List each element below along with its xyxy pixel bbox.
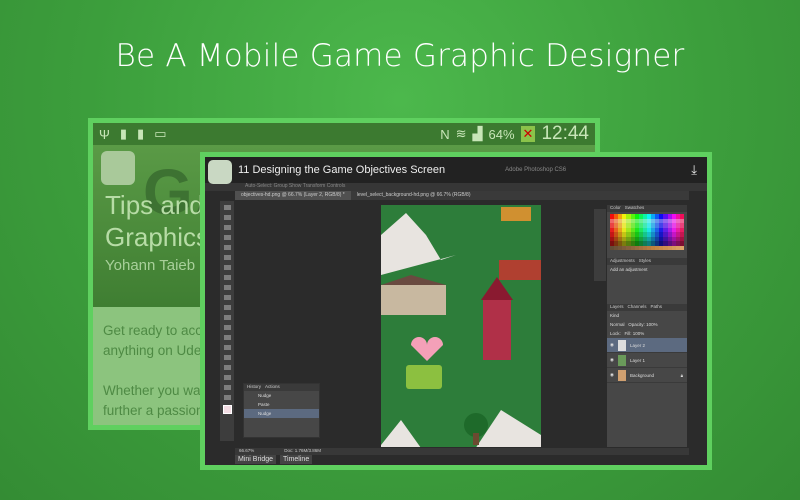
tools-panel <box>220 201 234 441</box>
history-item[interactable]: Nudge <box>244 409 319 418</box>
game-artwork-canvas <box>381 205 541 447</box>
battery-percent: 64% <box>488 126 515 142</box>
tab-channels[interactable]: Channels <box>628 304 647 311</box>
doc-tab[interactable]: objectives-hd.png @ 66.7% (Layer 2, RGB/… <box>235 191 351 200</box>
android-status-bar: Ψ ▮ ▮ ▭ N ≋ ▟ 64% ✕ 12:44 <box>93 123 595 145</box>
course-title: Tips and Graphics <box>105 190 210 252</box>
history-item[interactable]: Paste <box>244 400 319 409</box>
tab-actions[interactable]: Actions <box>265 384 280 391</box>
layer-row[interactable]: ◉ Layer 2 <box>607 338 687 353</box>
cart <box>501 207 531 221</box>
mansion <box>381 285 446 315</box>
layer-name: Background <box>629 372 654 378</box>
status-bar: 66.67% Doc: 1.76M/3.86M <box>235 448 689 455</box>
history-tabs: History Actions <box>244 384 319 391</box>
swatch-grid[interactable] <box>610 214 684 250</box>
layer-name: Layer 2 <box>629 342 645 348</box>
image-icon: ▭ <box>154 126 167 141</box>
layer-name: Layer 1 <box>629 357 645 363</box>
tab-mini-bridge[interactable]: Mini Bridge <box>235 455 277 464</box>
color-panel-tabs: Color Swatches <box>607 205 687 212</box>
options-bar: Auto-Select: Group Show Transform Contro… <box>205 183 707 191</box>
clock: 12:44 <box>541 123 589 144</box>
nfc-icon: N <box>440 126 450 142</box>
layer-row[interactable]: ◉ Background 🔒︎ <box>607 368 687 383</box>
udemy-app-logo <box>208 160 232 184</box>
layer-row[interactable]: ◉ Layer 1 <box>607 353 687 368</box>
eye-icon[interactable]: ◉ <box>610 342 614 348</box>
headline: Be A Mobile Game Graphic Designer <box>115 38 685 74</box>
bottom-tabs: Mini Bridge Timeline <box>235 455 313 464</box>
blend-mode-select[interactable]: Normal <box>610 322 625 327</box>
tab-history[interactable]: History <box>247 384 261 391</box>
opacity-input[interactable]: 100% <box>646 322 658 327</box>
kind-select[interactable]: Kind <box>610 313 619 318</box>
signal-icon: ▟ <box>472 126 483 141</box>
tab-timeline[interactable]: Timeline <box>280 455 313 464</box>
tower <box>483 300 511 360</box>
tab-adjustments[interactable]: Adjustments <box>610 258 635 265</box>
right-panels: Color Swatches Adjustments Styles Add an… <box>607 205 687 447</box>
history-item[interactable]: Nudge <box>244 391 319 400</box>
eye-icon[interactable]: ◉ <box>610 372 614 378</box>
blend-row: Normal Opacity: 100% <box>607 320 687 329</box>
swatch[interactable] <box>679 245 684 250</box>
doc-size: Doc: 1.76M/3.86M <box>284 448 322 453</box>
history-panel: History Actions Nudge Paste Nudge <box>243 383 320 438</box>
app-name: Adobe Photoshop CS6 <box>505 167 567 173</box>
panel-dock <box>594 209 606 281</box>
character <box>406 365 442 389</box>
eye-icon[interactable]: ◉ <box>610 357 614 363</box>
house <box>499 260 541 280</box>
tab-paths[interactable]: Paths <box>651 304 663 311</box>
player-header: 11 Designing the Game Objectives Screen … <box>205 157 707 183</box>
lock-label: Lock: <box>610 331 621 336</box>
doc-tab[interactable]: level_select_background-hd.png @ 66.7% (… <box>351 191 477 200</box>
wifi-icon: ≋ <box>455 126 467 141</box>
lesson-title: 11 Designing the Game Objectives Screen <box>238 164 446 176</box>
color-swatch-icon[interactable] <box>222 405 232 414</box>
opacity-label: Opacity: <box>628 322 645 327</box>
udemy-app-logo <box>101 151 135 185</box>
lock-icon: 🔒︎ <box>680 372 683 378</box>
tab-styles[interactable]: Styles <box>639 258 651 265</box>
sd-alert-icon: ▮ <box>137 126 145 141</box>
video-player[interactable]: 11 Designing the Game Objectives Screen … <box>200 152 712 470</box>
lock-row: Lock: Fill: 100% <box>607 329 687 338</box>
usb-icon: Ψ <box>99 126 110 142</box>
download-icon[interactable]: ⤓ <box>691 162 697 178</box>
layer-filter[interactable]: Kind <box>607 311 687 320</box>
document-tabs: objectives-hd.png @ 66.7% (Layer 2, RGB/… <box>235 191 689 200</box>
course-author: Yohann Taieb <box>105 257 196 274</box>
fill-input[interactable]: 100% <box>633 331 645 336</box>
tab-swatches[interactable]: Swatches <box>625 205 645 212</box>
battery-icon: ✕ <box>520 126 536 142</box>
zoom-level[interactable]: 66.67% <box>239 448 254 455</box>
adjust-panel-tabs: Adjustments Styles <box>607 258 687 265</box>
fill-label: Fill: <box>624 331 632 336</box>
adjust-hint: Add an adjustment <box>610 267 648 272</box>
sd-card-icon: ▮ <box>119 126 128 141</box>
tab-color[interactable]: Color <box>610 205 621 212</box>
tab-layers[interactable]: Layers <box>610 304 624 311</box>
adjustment-icons[interactable] <box>607 274 687 304</box>
layers-panel-tabs: Layers Channels Paths <box>607 304 687 311</box>
